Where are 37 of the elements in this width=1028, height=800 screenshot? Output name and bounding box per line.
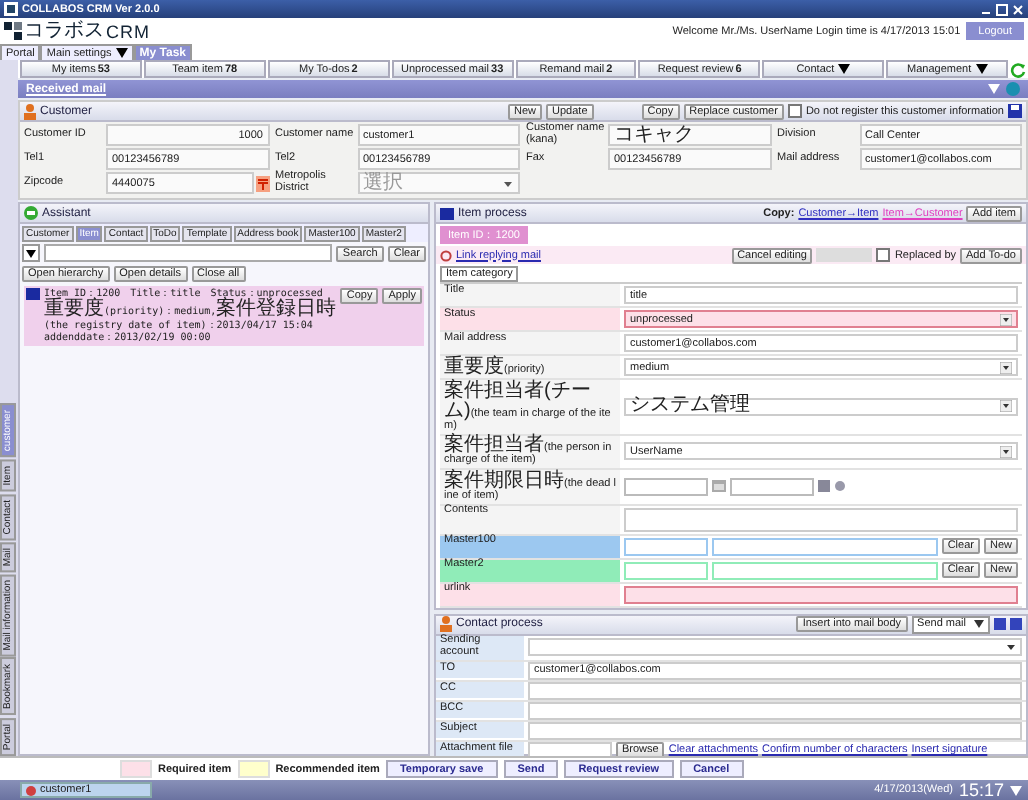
item-icon xyxy=(440,207,454,219)
logo: コラボス CRM xyxy=(4,21,150,41)
postal-icon[interactable] xyxy=(255,175,269,191)
caret-icon[interactable] xyxy=(975,64,988,74)
dropdown-arrow-icon[interactable] xyxy=(1006,642,1016,652)
maximize-icon[interactable] xyxy=(996,3,1008,15)
name-field[interactable] xyxy=(712,537,938,555)
dropdown-arrow-icon[interactable] xyxy=(1000,445,1012,458)
code-field[interactable] xyxy=(624,561,708,579)
refresh-icon[interactable] xyxy=(1010,61,1026,77)
item-icon xyxy=(26,288,40,300)
close-icon[interactable] xyxy=(1012,3,1024,15)
input-field[interactable] xyxy=(528,638,1022,656)
input-field[interactable]: システム管理 xyxy=(624,397,1018,416)
person-icon xyxy=(24,103,36,119)
dropdown-arrow-icon[interactable] xyxy=(1000,361,1012,373)
time-field[interactable] xyxy=(730,477,814,496)
dropdown-arrow-icon[interactable] xyxy=(1000,400,1012,413)
save-icon[interactable] xyxy=(1008,104,1022,118)
checkbox[interactable] xyxy=(787,104,802,118)
person-icon xyxy=(440,616,452,632)
dropdown-arrow-icon[interactable] xyxy=(1000,313,1012,325)
caret-icon[interactable] xyxy=(838,64,851,74)
dropdown-arrow-icon[interactable] xyxy=(974,620,984,628)
record-icon xyxy=(26,785,36,795)
checkbox[interactable] xyxy=(876,248,891,262)
date-field[interactable] xyxy=(624,477,708,496)
filter-dropdown[interactable] xyxy=(22,244,40,262)
link-icon xyxy=(440,249,452,261)
code-field[interactable] xyxy=(624,537,708,555)
name-field[interactable] xyxy=(712,561,938,579)
calendar-icon[interactable] xyxy=(712,480,726,493)
input-field[interactable] xyxy=(624,585,1018,603)
search-field[interactable] xyxy=(44,244,333,262)
dropdown-arrow-icon[interactable] xyxy=(502,177,514,189)
input-field[interactable]: コキャク xyxy=(608,124,771,146)
clock-time: 15:17 xyxy=(958,780,1004,800)
